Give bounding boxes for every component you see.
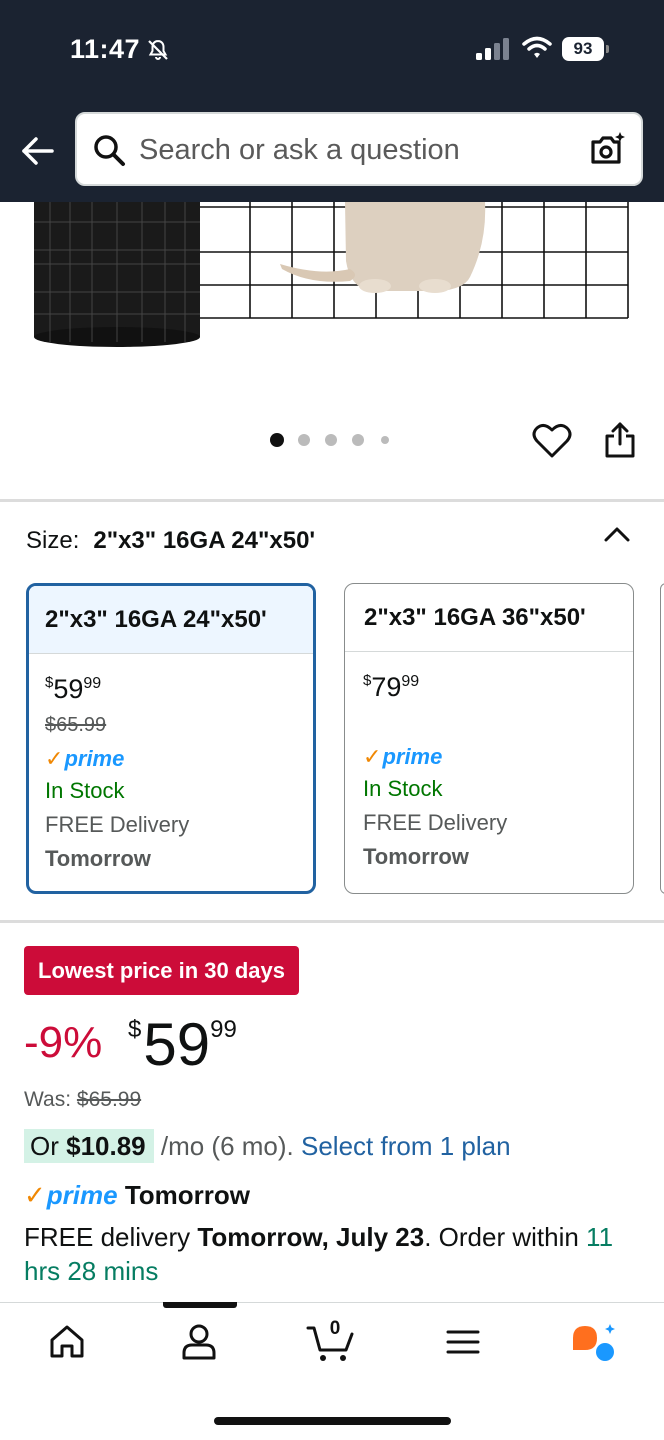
share-icon[interactable] [603,420,637,460]
carousel-dot[interactable] [352,434,364,446]
signal-icon [476,38,509,60]
section-divider [0,499,664,502]
prime-logo: ✓prime [363,744,443,769]
camera-lens-icon[interactable] [587,130,627,170]
search-icon [94,135,125,166]
battery-indicator: 93 [562,37,604,61]
status-time: 11:47 [70,34,141,64]
size-option-title: 2"x3" 16GA 24"x50' [29,586,313,654]
deal-badge: Lowest price in 30 days [24,946,299,995]
size-label-text: Size: [26,527,80,554]
size-option-card-selected[interactable]: 2"x3" 16GA 24"x50' $5999 $65.99 ✓prime I… [26,583,316,894]
black-roll [34,202,200,347]
home-indicator-bar [214,1417,451,1425]
carousel-dot[interactable] [381,436,389,444]
wifi-icon [522,36,552,58]
prime-delivery-row: ✓prime Tomorrow [24,1180,251,1210]
product-image[interactable] [0,202,664,352]
size-selected-value: 2"x3" 16GA 24"x50' [93,527,316,554]
prime-logo: ✓prime [45,746,125,771]
home-icon[interactable] [48,1322,86,1362]
size-option-price: $7999 [363,672,420,702]
discount-percent: -9% [24,1018,103,1067]
account-icon[interactable] [180,1322,218,1362]
dog-figure [280,202,486,293]
bell-muted-icon [148,39,168,60]
carousel-dot-active[interactable] [270,433,284,447]
installment-highlight: Or $10.89 [24,1129,154,1163]
carousel-dot[interactable] [298,434,310,446]
delivery-info: FREE delivery Tomorrow, July 23. Order w… [24,1222,614,1286]
delivery-line: FREE Delivery [45,812,190,837]
stock-status: In Stock [45,778,125,803]
was-price: Was: $65.99 [24,1088,142,1111]
installment-offer: Or $10.89 /mo (6 mo). Select from 1 plan [24,1129,511,1163]
cart-count: 0 [329,1318,341,1339]
nav-active-indicator [163,1302,237,1308]
current-price: $5999 [128,1011,237,1078]
size-option-price: $5999 [45,674,102,704]
section-divider [0,920,664,923]
delivery-line: FREE Delivery [363,810,508,835]
size-option-card[interactable]: 2"x3" 16GA 36"x50' $7999 ✓prime In Stock… [344,583,634,894]
rufus-assistant-icon[interactable] [570,1322,618,1364]
size-option-title: 2"x3" 16GA 36"x50' [345,584,633,652]
chevron-up-icon[interactable] [602,522,632,546]
stock-status: In Stock [363,776,443,801]
delivery-day: Tomorrow [45,846,151,871]
delivery-day: Tomorrow [363,844,469,869]
carousel-dot[interactable] [325,434,337,446]
heart-icon[interactable] [532,422,572,460]
back-arrow-icon[interactable] [20,133,56,169]
size-option-card-partial[interactable] [660,583,664,894]
battery-tip [606,45,609,53]
fence-roll-image [34,202,629,347]
select-plan-link[interactable]: Select from 1 plan [301,1131,511,1161]
size-label: Size: 2"x3" 16GA 24"x50' [26,527,315,555]
search-input[interactable] [139,128,569,172]
header: 11:47 93 [0,0,664,202]
search-bar[interactable] [75,112,643,186]
menu-icon[interactable] [446,1322,480,1362]
size-option-list-price: $65.99 [45,714,107,736]
